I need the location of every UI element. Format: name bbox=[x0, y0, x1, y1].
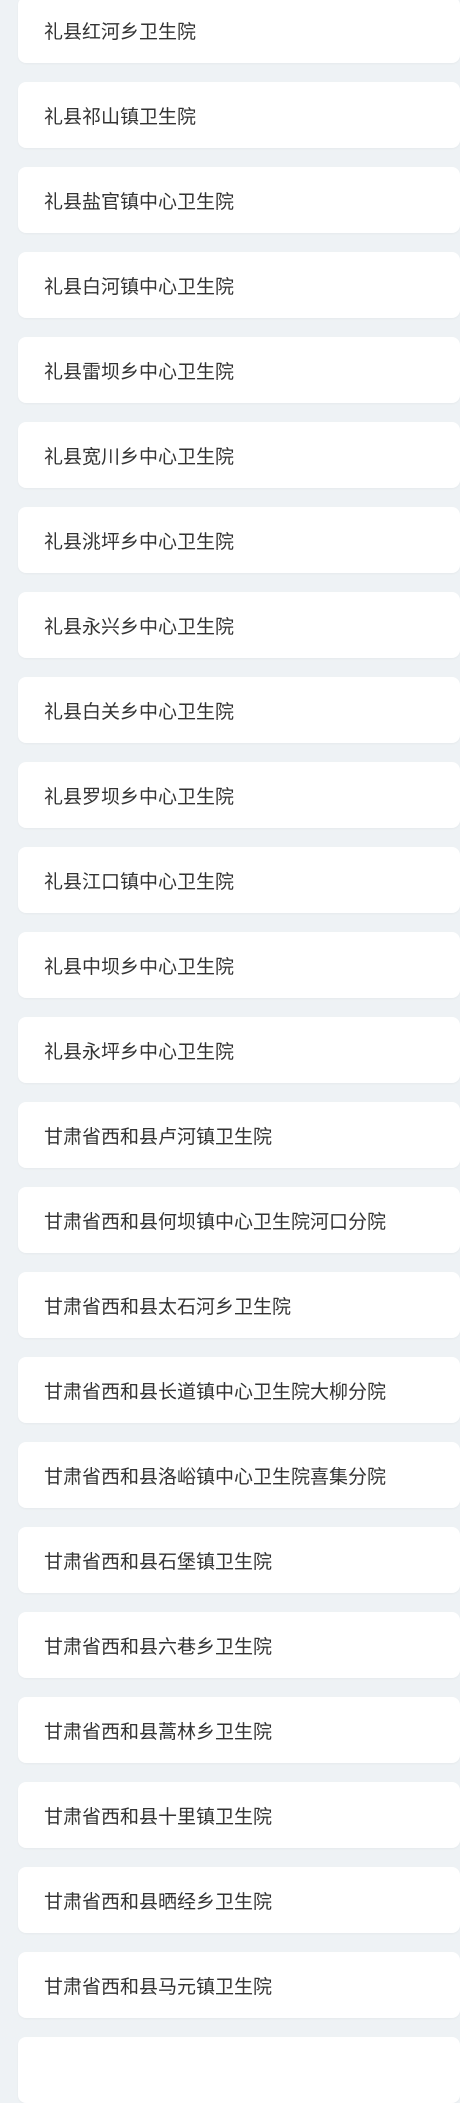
list-item-label: 礼县宽川乡中心卫生院 bbox=[44, 445, 235, 468]
list-item[interactable] bbox=[18, 2037, 460, 2103]
list-item[interactable]: 礼县永兴乡中心卫生院 bbox=[18, 592, 460, 658]
list-item-label: 礼县中坝乡中心卫生院 bbox=[44, 955, 235, 978]
list-item[interactable]: 礼县永坪乡中心卫生院 bbox=[18, 1017, 460, 1083]
list-item-label: 礼县祁山镇卫生院 bbox=[44, 105, 197, 128]
list-item-label: 礼县永兴乡中心卫生院 bbox=[44, 615, 235, 638]
list-item-label: 礼县红河乡卫生院 bbox=[44, 20, 197, 43]
list-item[interactable]: 甘肃省西和县六巷乡卫生院 bbox=[18, 1612, 460, 1678]
list-item-label: 甘肃省西和县洛峪镇中心卫生院喜集分院 bbox=[44, 1465, 387, 1488]
list-item[interactable]: 甘肃省西和县蒿林乡卫生院 bbox=[18, 1697, 460, 1763]
list-item[interactable]: 甘肃省西和县马元镇卫生院 bbox=[18, 1952, 460, 2018]
list-item-label: 甘肃省西和县长道镇中心卫生院大柳分院 bbox=[44, 1380, 387, 1403]
list-item[interactable]: 甘肃省西和县晒经乡卫生院 bbox=[18, 1867, 460, 1933]
list-item[interactable]: 礼县罗坝乡中心卫生院 bbox=[18, 762, 460, 828]
list-item[interactable]: 礼县白关乡中心卫生院 bbox=[18, 677, 460, 743]
list-item[interactable]: 礼县江口镇中心卫生院 bbox=[18, 847, 460, 913]
list-item[interactable]: 甘肃省西和县洛峪镇中心卫生院喜集分院 bbox=[18, 1442, 460, 1508]
list-item-label: 甘肃省西和县蒿林乡卫生院 bbox=[44, 1720, 273, 1743]
list-item-label: 甘肃省西和县太石河乡卫生院 bbox=[44, 1295, 292, 1318]
list-item[interactable]: 礼县宽川乡中心卫生院 bbox=[18, 422, 460, 488]
list-item-label: 甘肃省西和县何坝镇中心卫生院河口分院 bbox=[44, 1210, 387, 1233]
list-item[interactable]: 甘肃省西和县卢河镇卫生院 bbox=[18, 1102, 460, 1168]
list-item-label: 甘肃省西和县马元镇卫生院 bbox=[44, 1975, 273, 1998]
list-item-label: 礼县江口镇中心卫生院 bbox=[44, 870, 235, 893]
list-item-label: 礼县洮坪乡中心卫生院 bbox=[44, 530, 235, 553]
list-item-label: 甘肃省西和县石堡镇卫生院 bbox=[44, 1550, 273, 1573]
list-item-label: 礼县永坪乡中心卫生院 bbox=[44, 1040, 235, 1063]
list-item[interactable]: 甘肃省西和县石堡镇卫生院 bbox=[18, 1527, 460, 1593]
list-item[interactable]: 甘肃省西和县长道镇中心卫生院大柳分院 bbox=[18, 1357, 460, 1423]
list-item-label: 甘肃省西和县六巷乡卫生院 bbox=[44, 1635, 273, 1658]
list-item[interactable]: 甘肃省西和县何坝镇中心卫生院河口分院 bbox=[18, 1187, 460, 1253]
list-item[interactable]: 礼县洮坪乡中心卫生院 bbox=[18, 507, 460, 573]
list-item[interactable]: 礼县盐官镇中心卫生院 bbox=[18, 167, 460, 233]
list-item-label: 甘肃省西和县十里镇卫生院 bbox=[44, 1805, 273, 1828]
list-item[interactable]: 礼县白河镇中心卫生院 bbox=[18, 252, 460, 318]
list-item[interactable]: 礼县雷坝乡中心卫生院 bbox=[18, 337, 460, 403]
facility-list: 礼县红河乡卫生院 礼县祁山镇卫生院 礼县盐官镇中心卫生院 礼县白河镇中心卫生院 … bbox=[0, 0, 460, 2103]
list-item[interactable]: 甘肃省西和县太石河乡卫生院 bbox=[18, 1272, 460, 1338]
list-item-label: 礼县罗坝乡中心卫生院 bbox=[44, 785, 235, 808]
list-item-label: 礼县雷坝乡中心卫生院 bbox=[44, 360, 235, 383]
list-item-label: 甘肃省西和县晒经乡卫生院 bbox=[44, 1890, 273, 1913]
list-item-label: 礼县盐官镇中心卫生院 bbox=[44, 190, 235, 213]
list-item-label: 礼县白河镇中心卫生院 bbox=[44, 275, 235, 298]
list-item[interactable]: 甘肃省西和县十里镇卫生院 bbox=[18, 1782, 460, 1848]
list-item-label: 甘肃省西和县卢河镇卫生院 bbox=[44, 1125, 273, 1148]
list-item-label: 礼县白关乡中心卫生院 bbox=[44, 700, 235, 723]
list-item[interactable]: 礼县祁山镇卫生院 bbox=[18, 82, 460, 148]
list-item[interactable]: 礼县红河乡卫生院 bbox=[18, 0, 460, 63]
list-item[interactable]: 礼县中坝乡中心卫生院 bbox=[18, 932, 460, 998]
